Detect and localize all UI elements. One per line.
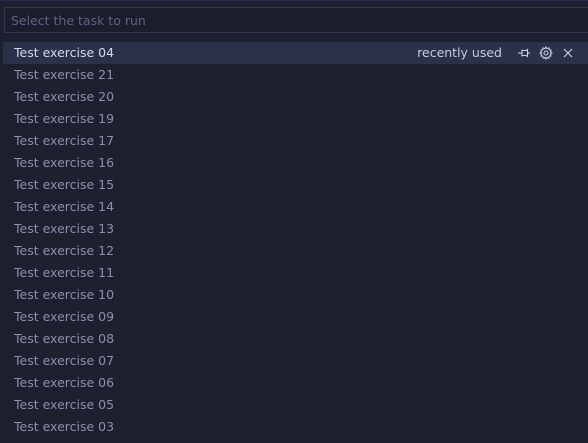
list-item-label: Test exercise 06 <box>14 375 115 390</box>
list-item[interactable]: Test exercise 17 <box>3 130 588 152</box>
list-item-label: Test exercise 10 <box>14 287 115 302</box>
list-item[interactable]: Test exercise 20 <box>3 86 588 108</box>
list-item-actions: recently used <box>417 42 576 64</box>
list-item-label: Test exercise 19 <box>14 111 115 126</box>
list-item[interactable]: Test exercise 19 <box>3 108 588 130</box>
list-item[interactable]: Test exercise 15 <box>3 174 588 196</box>
quick-pick-panel: Test exercise 04 recently used <box>0 0 588 443</box>
list-item[interactable]: Test exercise 14 <box>3 196 588 218</box>
list-item-label: Test exercise 12 <box>14 243 115 258</box>
list-item[interactable]: Test exercise 10 <box>3 284 588 306</box>
list-item-label: Test exercise 08 <box>14 331 115 346</box>
list-item[interactable]: Test exercise 05 <box>3 394 588 416</box>
list-item-label: Test exercise 20 <box>14 89 115 104</box>
list-item[interactable]: Test exercise 03 <box>3 416 588 438</box>
list-item[interactable]: Test exercise 06 <box>3 372 588 394</box>
pin-icon[interactable] <box>516 45 532 61</box>
task-list: Test exercise 04 recently used Test exer… <box>3 42 588 438</box>
list-item-label: Test exercise 09 <box>14 309 115 324</box>
recently-used-badge: recently used <box>417 45 502 60</box>
task-search-box[interactable] <box>4 7 588 33</box>
list-item-label: Test exercise 16 <box>14 155 115 170</box>
list-item-label: Test exercise 03 <box>14 419 115 434</box>
list-item[interactable]: Test exercise 08 <box>3 328 588 350</box>
list-item[interactable]: Test exercise 07 <box>3 350 588 372</box>
list-item-label: Test exercise 04 <box>14 45 115 60</box>
close-icon[interactable] <box>560 45 576 61</box>
list-item[interactable]: Test exercise 21 <box>3 64 588 86</box>
list-item-label: Test exercise 11 <box>14 265 115 280</box>
list-item-selected[interactable]: Test exercise 04 recently used <box>3 42 588 64</box>
list-item[interactable]: Test exercise 16 <box>3 152 588 174</box>
list-item-label: Test exercise 05 <box>14 397 115 412</box>
list-item-label: Test exercise 14 <box>14 199 115 214</box>
list-item-label: Test exercise 17 <box>14 133 115 148</box>
list-item[interactable]: Test exercise 11 <box>3 262 588 284</box>
list-item-label: Test exercise 21 <box>14 67 115 82</box>
task-search-input[interactable] <box>5 8 588 32</box>
list-item-label: Test exercise 15 <box>14 177 115 192</box>
list-item[interactable]: Test exercise 13 <box>3 218 588 240</box>
list-item[interactable]: Test exercise 09 <box>3 306 588 328</box>
gear-icon[interactable] <box>538 45 554 61</box>
list-item[interactable]: Test exercise 12 <box>3 240 588 262</box>
list-item-label: Test exercise 13 <box>14 221 115 236</box>
list-item-label: Test exercise 07 <box>14 353 115 368</box>
